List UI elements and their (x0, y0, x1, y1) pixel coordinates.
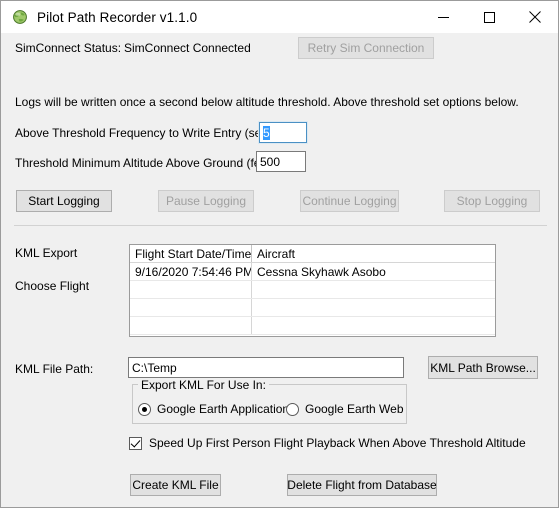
checkbox-checked-icon (129, 436, 142, 450)
globe-icon (12, 9, 28, 25)
close-button[interactable] (512, 2, 558, 33)
speed-up-playback-label: Speed Up First Person Flight Playback Wh… (149, 436, 526, 450)
window-controls (420, 2, 558, 33)
cell-aircraft (252, 317, 495, 334)
cell-aircraft (252, 281, 495, 298)
threshold-altitude-label: Threshold Minimum Altitude Above Ground … (15, 156, 278, 170)
info-text: Logs will be written once a second below… (15, 95, 519, 109)
flight-grid-header-row: Flight Start Date/Time Aircraft (130, 245, 495, 263)
pause-logging-button[interactable]: Pause Logging (158, 190, 254, 212)
simconnect-status-value: SimConnect Connected (124, 41, 251, 55)
table-row[interactable]: 9/16/2020 7:54:46 PM Cessna Skyhawk Asob… (130, 263, 495, 281)
continue-logging-button[interactable]: Continue Logging (300, 190, 399, 212)
radio-selected-icon (138, 402, 151, 416)
table-row[interactable] (130, 317, 495, 335)
kml-file-path-value: C:\Temp (132, 360, 177, 375)
table-row[interactable] (130, 281, 495, 299)
kml-export-label: KML Export (15, 246, 78, 260)
export-kml-group-title: Export KML For Use In: (138, 378, 269, 392)
minimize-button[interactable] (420, 2, 466, 33)
window-title: Pilot Path Recorder v1.1.0 (37, 9, 198, 25)
stop-logging-button[interactable]: Stop Logging (444, 190, 540, 212)
threshold-altitude-input[interactable]: 500 (256, 151, 306, 172)
start-logging-button[interactable]: Start Logging (16, 190, 112, 212)
cell-flight-start: 9/16/2020 7:54:46 PM (130, 263, 252, 280)
speed-up-playback-checkbox[interactable]: Speed Up First Person Flight Playback Wh… (129, 436, 526, 450)
maximize-button[interactable] (466, 2, 512, 33)
flight-grid[interactable]: Flight Start Date/Time Aircraft 9/16/202… (129, 244, 496, 337)
create-kml-file-button[interactable]: Create KML File (130, 474, 221, 496)
frequency-label: Above Threshold Frequency to Write Entry… (15, 126, 281, 140)
application-window: Pilot Path Recorder v1.1.0 SimConnect St… (0, 0, 559, 508)
retry-sim-connection-button[interactable]: Retry Sim Connection (298, 37, 434, 59)
choose-flight-label: Choose Flight (15, 279, 90, 293)
title-bar: Pilot Path Recorder v1.1.0 (1, 1, 558, 33)
cell-flight-start (130, 299, 252, 316)
kml-path-browse-button[interactable]: KML Path Browse... (428, 356, 538, 379)
radio-unselected-icon (286, 402, 299, 416)
cell-flight-start (130, 281, 252, 298)
column-header-aircraft[interactable]: Aircraft (252, 245, 495, 262)
radio-google-earth-application-label: Google Earth Application (157, 402, 290, 416)
radio-google-earth-web-label: Google Earth Web (305, 402, 404, 416)
radio-google-earth-web[interactable]: Google Earth Web (286, 402, 404, 416)
cell-aircraft: Cessna Skyhawk Asobo (257, 264, 386, 279)
kml-file-path-label: KML File Path: (15, 362, 94, 376)
cell-flight-start (130, 317, 252, 334)
frequency-input-value: 5 (263, 125, 270, 140)
frequency-input[interactable]: 5 (259, 122, 307, 143)
cell-aircraft (252, 299, 495, 316)
section-divider (14, 225, 547, 226)
simconnect-status-label: SimConnect Status: (15, 41, 122, 55)
delete-flight-button[interactable]: Delete Flight from Database (287, 474, 437, 496)
kml-file-path-input[interactable]: C:\Temp (128, 357, 404, 378)
column-header-flight-start[interactable]: Flight Start Date/Time (130, 245, 252, 262)
threshold-altitude-input-value: 500 (260, 154, 281, 169)
table-row[interactable] (130, 299, 495, 317)
radio-google-earth-application[interactable]: Google Earth Application (138, 402, 289, 416)
